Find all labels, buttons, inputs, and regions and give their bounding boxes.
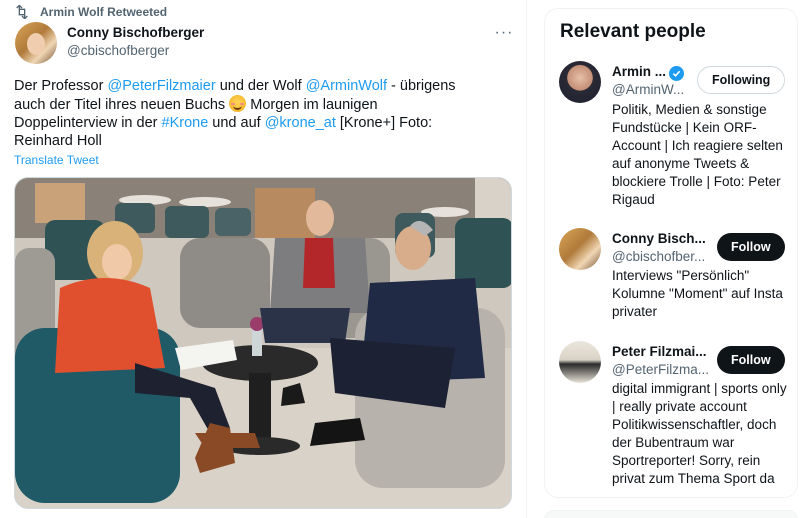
next-panel-edge <box>544 510 798 518</box>
person-bio: Interviews "Persönlich" Kolumne "Moment"… <box>612 268 783 319</box>
following-button[interactable]: Following <box>697 66 786 94</box>
more-options-button[interactable]: ··· <box>494 24 514 42</box>
person-cell-cbischofberger[interactable]: Conny Bisch... @cbischofber... Follow In… <box>545 228 799 328</box>
translate-tweet-link[interactable]: Translate Tweet <box>14 153 99 167</box>
person-name[interactable]: Armin ... <box>612 64 685 81</box>
person-bio: digital immigrant | sports only | really… <box>612 381 787 486</box>
avatar[interactable] <box>559 341 601 383</box>
mention-peterfilzmaier[interactable]: @PeterFilzmaier <box>107 78 215 94</box>
tweet-text-segment: Der Professor <box>14 78 108 94</box>
tweet-text-segment: und auf <box>208 115 265 131</box>
author-name[interactable]: Conny Bischofberger <box>67 25 204 40</box>
author-handle[interactable]: @cbischofberger <box>67 43 169 58</box>
retweet-indicator[interactable]: Armin Wolf Retweeted <box>14 4 167 20</box>
interview-photo-icon <box>15 178 511 508</box>
author-avatar[interactable] <box>15 22 57 64</box>
smiling-blush-emoji-icon <box>229 95 247 112</box>
hashtag-krone[interactable]: #Krone <box>162 115 209 131</box>
retweeted-by-text: Armin Wolf Retweeted <box>40 5 168 19</box>
relevant-people-title: Relevant people <box>560 21 706 42</box>
person-cell-peterfilzmaier[interactable]: Peter Filzmai... @PeterFilzma... Follow … <box>545 341 799 491</box>
person-name[interactable]: Peter Filzmai... <box>612 344 707 359</box>
mention-arminwolf[interactable]: @ArminWolf <box>306 78 387 94</box>
tweet-text: Der Professor @PeterFilzmaier und der Wo… <box>14 77 484 150</box>
avatar[interactable] <box>559 61 601 103</box>
avatar[interactable] <box>559 228 601 270</box>
verified-badge-icon <box>669 66 685 81</box>
follow-button[interactable]: Follow <box>717 233 785 261</box>
follow-button[interactable]: Follow <box>717 346 785 374</box>
person-bio: Politik, Medien & sonstige Fundstücke | … <box>612 102 783 207</box>
person-handle[interactable]: @cbischofber... <box>612 249 705 264</box>
relevant-people-panel: Relevant people Armin ... @ArminW... Fol… <box>544 8 798 498</box>
tweet-text-segment: und der Wolf <box>215 78 306 94</box>
retweet-icon <box>14 4 30 20</box>
person-handle[interactable]: @ArminW... <box>612 82 684 97</box>
mention-krone-at[interactable]: @krone_at <box>265 115 336 131</box>
person-name[interactable]: Conny Bisch... <box>612 231 706 246</box>
tweet-photo[interactable] <box>14 177 512 509</box>
person-handle[interactable]: @PeterFilzma... <box>612 362 709 377</box>
person-cell-arminwolf[interactable]: Armin ... @ArminW... Following Politik, … <box>545 59 799 219</box>
tweet-article[interactable]: Armin Wolf Retweeted Conny Bischofberger… <box>0 0 527 518</box>
person-name-text: Armin ... <box>612 64 667 79</box>
